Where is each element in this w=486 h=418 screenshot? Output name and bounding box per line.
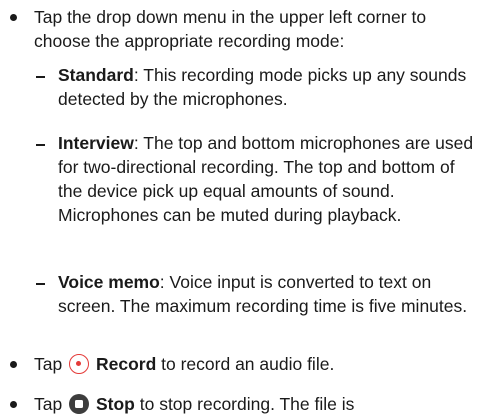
record-prefix-text: Tap (34, 354, 63, 374)
stop-label: Stop (95, 394, 135, 414)
bullet-dot (10, 401, 17, 408)
stop-suffix-text: to stop recording. The file is (139, 394, 355, 414)
instructions-page: Tap the drop down menu in the upper left… (0, 0, 486, 418)
stop-prefix-text: Tap (34, 394, 63, 414)
mode-name-standard: Standard (58, 65, 134, 85)
mode-name-interview: Interview (58, 133, 134, 153)
mode-name-voice-memo: Voice memo (58, 272, 160, 292)
bullet-dot (10, 14, 17, 21)
dash-marker (36, 144, 45, 146)
dash-marker (36, 76, 45, 78)
dash-marker (36, 283, 45, 285)
record-suffix-text: to record an audio file. (161, 354, 335, 374)
stop-icon (69, 394, 90, 414)
recording-mode-text: Tap the drop down menu in the upper left… (34, 7, 427, 51)
bullet-dot (10, 361, 17, 368)
record-icon (69, 354, 90, 374)
record-label: Record (95, 354, 157, 374)
